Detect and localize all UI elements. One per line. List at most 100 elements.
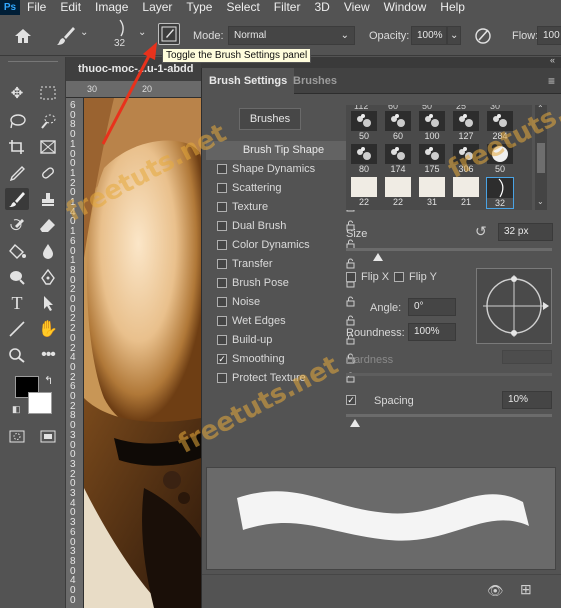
size-slider-thumb[interactable] (373, 253, 383, 261)
swap-colors-icon[interactable]: ↰ (44, 374, 53, 387)
angle-field[interactable]: 0° (408, 298, 456, 316)
brush-option-row[interactable]: Dual Brush (206, 217, 361, 236)
brush-preset[interactable]: 306 (452, 144, 480, 176)
spacing-slider-track[interactable] (346, 414, 552, 417)
brush-option-row[interactable]: Color Dynamics (206, 236, 361, 255)
option-checkbox[interactable]: ✓ (217, 354, 227, 364)
brush-option-row[interactable]: Texture (206, 198, 361, 217)
brush-preset[interactable]: 50 (486, 144, 514, 176)
tab-brush-settings[interactable]: Brush Settings (202, 68, 295, 94)
home-icon[interactable] (13, 27, 33, 45)
brush-option-row[interactable]: Shape Dynamics (206, 160, 361, 179)
flip-x-checkbox[interactable] (346, 272, 356, 282)
roundness-field[interactable]: 100% (408, 323, 456, 341)
menu-3d[interactable]: 3D (307, 0, 336, 15)
option-checkbox[interactable] (217, 183, 227, 193)
frame-tool-icon[interactable] (36, 136, 60, 158)
brushes-button[interactable]: Brushes (239, 108, 301, 130)
menu-select[interactable]: Select (219, 0, 266, 15)
option-checkbox[interactable] (217, 297, 227, 307)
brush-preset[interactable]: 100 (418, 111, 446, 143)
mode-select[interactable]: Normal ⌄ (228, 26, 355, 45)
brush-preset[interactable]: 31 (418, 177, 446, 209)
brush-option-row[interactable]: Transfer (206, 255, 361, 274)
angle-roundness-widget[interactable] (476, 268, 552, 344)
menu-view[interactable]: View (337, 0, 377, 15)
line-tool-icon[interactable] (5, 318, 29, 340)
brush-preset[interactable]: 22 (350, 177, 378, 209)
brush-option-row[interactable]: Wet Edges (206, 312, 361, 331)
eraser-tool-icon[interactable] (36, 214, 60, 236)
opacity-dropdown[interactable]: ⌄ (447, 26, 461, 45)
option-checkbox[interactable] (217, 221, 227, 231)
menu-edit[interactable]: Edit (53, 0, 88, 15)
zoom-tool-icon[interactable] (5, 344, 29, 366)
scroll-down-icon[interactable]: ⌄ (537, 197, 544, 206)
brush-picker-chevron-icon[interactable]: ⌄ (138, 27, 146, 38)
brush-preset[interactable]: 175 (418, 144, 446, 176)
brush-option-row[interactable]: ✓ Smoothing (206, 350, 361, 369)
brush-preset[interactable]: 127 (452, 111, 480, 143)
size-slider-track[interactable] (346, 248, 552, 251)
pen-tool-icon[interactable] (36, 266, 60, 288)
brush-tip-preview-icon[interactable] (115, 19, 127, 37)
quick-mask-icon[interactable] (5, 425, 29, 447)
menu-window[interactable]: Window (377, 0, 434, 15)
brush-option-row[interactable]: Brush Pose (206, 274, 361, 293)
toolbar-grip[interactable] (8, 61, 58, 65)
lock-icon[interactable] (346, 296, 355, 310)
blur-tool-icon[interactable] (36, 240, 60, 262)
option-checkbox[interactable] (217, 316, 227, 326)
quick-selection-tool-icon[interactable] (36, 110, 60, 132)
brush-tool-preset-icon[interactable] (55, 25, 77, 47)
crop-tool-icon[interactable] (5, 136, 29, 158)
menu-type[interactable]: Type (179, 0, 219, 15)
lasso-tool-icon[interactable] (5, 110, 29, 132)
marquee-tool-icon[interactable] (36, 82, 60, 104)
dodge-tool-icon[interactable] (5, 266, 29, 288)
opacity-field[interactable]: 100% (411, 26, 447, 45)
option-checkbox[interactable] (217, 278, 227, 288)
hand-tool-icon[interactable]: ✋ (36, 318, 60, 340)
preset-scrollbar[interactable]: ⌃ ⌄ (535, 104, 547, 210)
spot-healing-tool-icon[interactable] (36, 162, 60, 184)
move-tool-icon[interactable]: ✥ (5, 82, 29, 104)
panel-menu-icon[interactable]: ≡ (548, 74, 555, 88)
collapse-panel-icon[interactable]: « (550, 55, 555, 65)
brush-preset[interactable]: 284 (486, 111, 514, 143)
brush-option-row[interactable]: Protect Texture (206, 369, 361, 388)
menu-layer[interactable]: Layer (135, 0, 179, 15)
scroll-up-icon[interactable]: ⌃ (537, 104, 544, 113)
toggle-live-tip-preview-icon[interactable]: 👁 (487, 583, 504, 599)
history-brush-tool-icon[interactable] (5, 214, 29, 236)
path-selection-tool-icon[interactable] (36, 292, 60, 314)
clone-stamp-tool-icon[interactable] (36, 188, 60, 210)
paint-bucket-tool-icon[interactable] (5, 240, 29, 262)
brush-preset[interactable]: 174 (384, 144, 412, 176)
option-brush-tip-shape[interactable]: Brush Tip Shape (206, 141, 361, 160)
brush-preset[interactable]: 80 (350, 144, 378, 176)
option-checkbox[interactable] (217, 240, 227, 250)
tab-brushes[interactable]: Brushes (286, 68, 344, 94)
option-checkbox[interactable] (217, 259, 227, 269)
default-colors-icon[interactable]: ◧ (12, 404, 21, 415)
flow-field[interactable]: 100 (537, 26, 561, 45)
brush-option-row[interactable]: Scattering (206, 179, 361, 198)
scrollbar-thumb[interactable] (537, 143, 545, 173)
spacing-field[interactable]: 10% (502, 391, 552, 409)
brush-preset[interactable]: 50 (350, 111, 378, 143)
brush-option-row[interactable]: Noise (206, 293, 361, 312)
lock-icon[interactable] (346, 258, 355, 272)
brush-preset[interactable]: 60 (384, 111, 412, 143)
type-tool-icon[interactable]: T (5, 292, 29, 314)
spacing-slider-thumb[interactable] (350, 419, 360, 427)
menu-help[interactable]: Help (433, 0, 472, 15)
chevron-down-icon[interactable]: ⌄ (80, 27, 88, 38)
menu-file[interactable]: File (20, 0, 53, 15)
background-color-swatch[interactable] (28, 392, 52, 414)
size-field[interactable]: 32 px (498, 223, 553, 241)
brush-preset[interactable]: 22 (384, 177, 412, 209)
brush-tool-icon[interactable] (5, 188, 29, 210)
spacing-checkbox[interactable]: ✓ (346, 395, 356, 405)
option-checkbox[interactable] (217, 335, 227, 345)
